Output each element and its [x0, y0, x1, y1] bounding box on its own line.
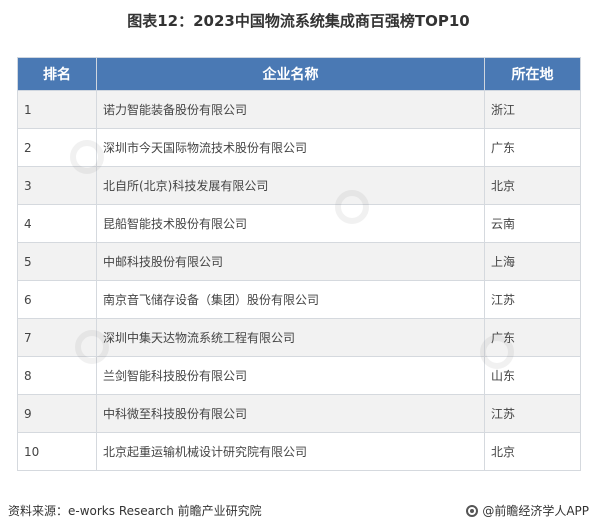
brand-logo-icon: [466, 504, 479, 517]
location-cell: 广东: [484, 318, 581, 357]
rank-cell: 7: [17, 318, 97, 357]
location-cell: 北京: [484, 166, 581, 205]
company-name-cell: 南京音飞储存设备（集团）股份有限公司: [96, 280, 485, 319]
table-row: 7 深圳中集天达物流系统工程有限公司 广东: [17, 318, 581, 357]
table-row: 8 兰剑智能科技股份有限公司 山东: [17, 356, 581, 395]
location-cell: 江苏: [484, 280, 581, 319]
rank-cell: 2: [17, 128, 97, 167]
header-rank: 排名: [17, 57, 97, 91]
table-header-row: 排名 企业名称 所在地: [17, 57, 581, 91]
company-name-cell: 诺力智能装备股份有限公司: [96, 90, 485, 129]
company-name-cell: 中科微至科技股份有限公司: [96, 394, 485, 433]
header-company-name: 企业名称: [96, 57, 485, 91]
location-cell: 上海: [484, 242, 581, 281]
rank-cell: 1: [17, 90, 97, 129]
table-row: 3 北自所(北京)科技发展有限公司 北京: [17, 166, 581, 205]
table-row: 10 北京起重运输机械设计研究院有限公司 北京: [17, 432, 581, 471]
location-cell: 云南: [484, 204, 581, 243]
app-credit-text: @前瞻经济学人APP: [482, 504, 589, 518]
rank-cell: 10: [17, 432, 97, 471]
table-row: 6 南京音飞储存设备（集团）股份有限公司 江苏: [17, 280, 581, 319]
company-name-cell: 北京起重运输机械设计研究院有限公司: [96, 432, 485, 471]
company-name-cell: 深圳市今天国际物流技术股份有限公司: [96, 128, 485, 167]
company-name-cell: 兰剑智能科技股份有限公司: [96, 356, 485, 395]
rank-cell: 3: [17, 166, 97, 205]
rank-cell: 4: [17, 204, 97, 243]
rank-cell: 9: [17, 394, 97, 433]
header-location: 所在地: [484, 57, 581, 91]
table-row: 1 诺力智能装备股份有限公司 浙江: [17, 90, 581, 129]
table-row: 5 中邮科技股份有限公司 上海: [17, 242, 581, 281]
company-name-cell: 北自所(北京)科技发展有限公司: [96, 166, 485, 205]
location-cell: 山东: [484, 356, 581, 395]
location-cell: 江苏: [484, 394, 581, 433]
ranking-table: 排名 企业名称 所在地 1 诺力智能装备股份有限公司 浙江 2 深圳市今天国际物…: [17, 57, 581, 471]
app-credit: @前瞻经济学人APP: [466, 502, 589, 519]
location-cell: 北京: [484, 432, 581, 471]
company-name-cell: 昆船智能技术股份有限公司: [96, 204, 485, 243]
location-cell: 广东: [484, 128, 581, 167]
table-row: 2 深圳市今天国际物流技术股份有限公司 广东: [17, 128, 581, 167]
source-note: 资料来源：e-works Research 前瞻产业研究院: [8, 504, 262, 518]
rank-cell: 8: [17, 356, 97, 395]
company-name-cell: 中邮科技股份有限公司: [96, 242, 485, 281]
company-name-cell: 深圳中集天达物流系统工程有限公司: [96, 318, 485, 357]
table-row: 4 昆船智能技术股份有限公司 云南: [17, 204, 581, 243]
chart-title: 图表12：2023中国物流系统集成商百强榜TOP10: [127, 12, 470, 30]
rank-cell: 5: [17, 242, 97, 281]
location-cell: 浙江: [484, 90, 581, 129]
table-row: 9 中科微至科技股份有限公司 江苏: [17, 394, 581, 433]
rank-cell: 6: [17, 280, 97, 319]
